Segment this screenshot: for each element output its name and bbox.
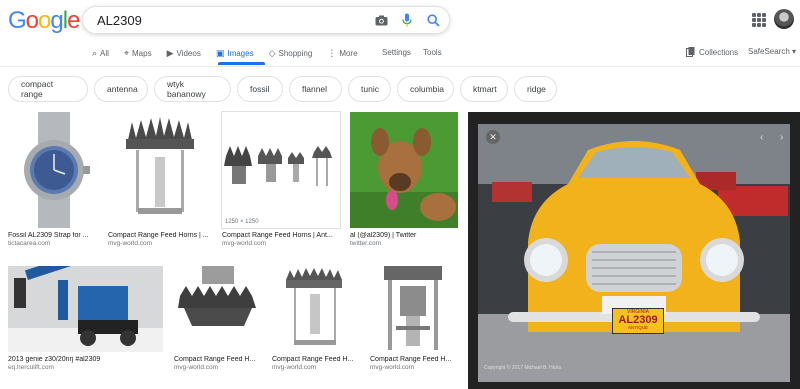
search-box[interactable]: AL2309 bbox=[82, 6, 450, 34]
result-source: mvg-world.com bbox=[174, 364, 219, 371]
result-thumbnail[interactable] bbox=[8, 112, 100, 228]
google-logo[interactable]: Google bbox=[8, 7, 80, 35]
tab-label: Maps bbox=[132, 48, 152, 58]
tab-maps[interactable]: ⌖ Maps bbox=[124, 46, 152, 60]
result-item[interactable]: 2013 genie z30/20nrj #al2309 eq.herculif… bbox=[8, 266, 163, 371]
result-title[interactable]: Compact Range Feed H... bbox=[272, 356, 360, 363]
result-title[interactable]: Compact Range Feed Horns | ... bbox=[108, 232, 212, 239]
chip[interactable]: antenna bbox=[94, 76, 148, 102]
result-source: mvg-world.com bbox=[370, 364, 415, 371]
video-icon: ▶ bbox=[166, 47, 174, 58]
plate-type: ANTIQUE bbox=[627, 325, 648, 330]
camera-icon[interactable] bbox=[373, 12, 389, 28]
result-title[interactable]: Fossil AL2309 Strap for ... bbox=[8, 232, 100, 239]
chip[interactable]: wtyk bananowy bbox=[154, 76, 231, 102]
safesearch-dropdown[interactable]: SafeSearch ▾ bbox=[748, 47, 796, 56]
tab-label: Images bbox=[227, 48, 254, 58]
result-item[interactable]: Compact Range Feed H... mvg-world.com bbox=[370, 266, 458, 371]
tab-images[interactable]: ▣ Images bbox=[216, 46, 254, 60]
search-input[interactable]: AL2309 bbox=[97, 13, 142, 28]
chevron-down-icon: ▾ bbox=[789, 47, 797, 56]
result-source: mvg-world.com bbox=[272, 364, 317, 371]
result-source: mvg-world.com bbox=[108, 240, 153, 247]
result-title[interactable]: al (@al2309) | Twitter bbox=[350, 232, 458, 239]
tab-label: More bbox=[339, 48, 358, 58]
logo-letter: g bbox=[50, 7, 63, 34]
tools-link[interactable]: Tools bbox=[423, 48, 442, 57]
settings-link[interactable]: Settings bbox=[382, 48, 411, 57]
collections-link[interactable]: Collections bbox=[686, 47, 738, 57]
chip[interactable]: flannel bbox=[289, 76, 342, 102]
result-title[interactable]: Compact Range Feed Horns | Ant... bbox=[222, 232, 340, 239]
result-thumbnail[interactable]: 1250 × 1250 bbox=[221, 111, 341, 229]
result-item[interactable]: Compact Range Feed H... mvg-world.com bbox=[174, 266, 262, 371]
close-icon[interactable]: ✕ bbox=[486, 130, 500, 144]
preview-image[interactable] bbox=[468, 112, 800, 389]
logo-letter: o bbox=[38, 7, 51, 34]
tag-icon: ◇ bbox=[268, 47, 276, 58]
search-icon: ⌕ bbox=[92, 47, 98, 58]
collections-label: Collections bbox=[699, 47, 739, 57]
tab-all[interactable]: ⌕ All bbox=[92, 46, 109, 60]
result-item[interactable]: Fossil AL2309 Strap for ... tictacarea.c… bbox=[8, 112, 100, 247]
result-item[interactable]: 1250 × 1250 Compact Range Feed Horns | A… bbox=[221, 111, 341, 247]
tab-more[interactable]: ⋮ More bbox=[327, 46, 357, 60]
image-dimensions: 1250 × 1250 bbox=[225, 219, 259, 225]
related-chips: compact range antenna wtyk bananowy foss… bbox=[8, 76, 557, 102]
header-divider bbox=[0, 66, 800, 67]
logo-letter: o bbox=[25, 7, 39, 34]
result-title[interactable]: Compact Range Feed H... bbox=[370, 356, 458, 363]
result-thumbnail[interactable] bbox=[108, 112, 212, 228]
result-thumbnail[interactable] bbox=[8, 266, 163, 352]
apps-grid-icon[interactable] bbox=[752, 13, 766, 27]
chevron-right-icon[interactable]: › bbox=[780, 132, 783, 143]
chip[interactable]: ridge bbox=[514, 76, 557, 102]
result-thumbnail[interactable] bbox=[370, 266, 458, 352]
tab-label: Videos bbox=[176, 48, 201, 58]
microphone-icon[interactable] bbox=[399, 12, 415, 28]
image-preview-panel: VIRGINIA AL2309 ANTIQUE ✕ ‹ › Copyright … bbox=[468, 112, 800, 389]
avatar[interactable] bbox=[774, 9, 794, 29]
tab-label: All bbox=[100, 48, 109, 58]
result-source: twitter.com bbox=[350, 240, 382, 247]
collections-icon bbox=[686, 47, 695, 57]
image-icon: ▣ bbox=[215, 47, 225, 58]
result-title[interactable]: Compact Range Feed H... bbox=[174, 356, 262, 363]
result-title[interactable]: 2013 genie z30/20nrj #al2309 bbox=[8, 356, 163, 363]
active-tab-indicator bbox=[218, 62, 265, 65]
chip[interactable]: ktmart bbox=[460, 76, 508, 102]
map-pin-icon: ⌖ bbox=[123, 47, 130, 58]
search-icon[interactable] bbox=[425, 12, 441, 28]
result-source: eq.herculift.com bbox=[8, 364, 54, 371]
result-source: tictacarea.com bbox=[8, 240, 51, 247]
image-credit: Copyright © 2017 Michael B. Hicks bbox=[484, 365, 562, 371]
logo-letter: e bbox=[67, 7, 80, 34]
result-item[interactable]: Compact Range Feed Horns | ... mvg-world… bbox=[108, 112, 212, 247]
license-plate: VIRGINIA AL2309 ANTIQUE bbox=[612, 308, 664, 334]
result-source: mvg-world.com bbox=[222, 240, 267, 247]
safesearch-label: SafeSearch bbox=[748, 47, 790, 56]
result-thumbnail[interactable] bbox=[174, 266, 262, 352]
more-dots-icon: ⋮ bbox=[327, 47, 337, 58]
tab-videos[interactable]: ▶ Videos bbox=[167, 46, 201, 60]
chevron-left-icon[interactable]: ‹ bbox=[760, 132, 763, 143]
result-item[interactable]: al (@al2309) | Twitter twitter.com bbox=[350, 112, 458, 247]
tab-shopping[interactable]: ◇ Shopping bbox=[269, 46, 313, 60]
chip[interactable]: fossil bbox=[237, 76, 283, 102]
result-item[interactable]: Compact Range Feed H... mvg-world.com bbox=[272, 266, 360, 371]
chip[interactable]: compact range bbox=[8, 76, 88, 102]
chip[interactable]: columbia bbox=[397, 76, 454, 102]
result-thumbnail[interactable] bbox=[350, 112, 458, 228]
tab-label: Shopping bbox=[278, 48, 313, 58]
logo-letter: G bbox=[8, 7, 27, 34]
result-thumbnail[interactable] bbox=[272, 266, 360, 352]
chip[interactable]: tunic bbox=[348, 76, 391, 102]
